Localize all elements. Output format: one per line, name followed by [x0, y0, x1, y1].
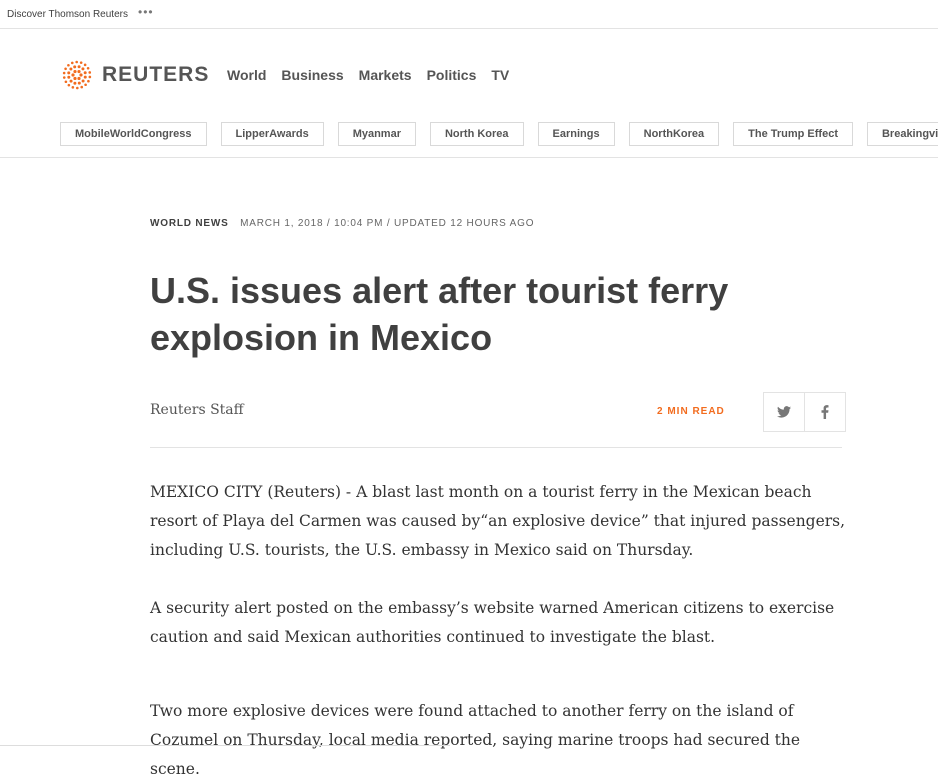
logo-dot [88, 71, 92, 74]
logo-dot [79, 61, 83, 64]
logo-dot [88, 75, 92, 79]
nav-business[interactable]: Business [281, 67, 343, 83]
tag-breakingviews[interactable]: Breakingviews [866, 122, 938, 146]
logo-dot [86, 66, 90, 70]
logo-dot [80, 85, 84, 89]
logo-dot [73, 81, 77, 85]
nav-markets[interactable]: Markets [359, 67, 412, 83]
trending-tags: MobileWorldCongress LipperAwards Myanmar… [60, 122, 938, 146]
logo-dot [77, 69, 81, 74]
tag-northkorea[interactable]: NorthKorea [628, 122, 720, 146]
logo-dot [83, 75, 87, 79]
logo-dot [76, 86, 79, 90]
tag-myanmar[interactable]: Myanmar [337, 122, 416, 146]
logo-dot [73, 76, 77, 81]
logo-dot [64, 67, 67, 71]
share-buttons [763, 392, 846, 432]
logo-dot [79, 73, 83, 77]
logo-dot [77, 76, 81, 81]
logo-dot [75, 60, 78, 64]
byline: Reuters Staff [150, 402, 244, 418]
article-date: March 1, 2018 / 10:04 PM / Updated 12 ho… [240, 218, 535, 229]
twitter-share-button[interactable] [763, 392, 805, 432]
facebook-icon [821, 405, 829, 419]
article-headline: U.S. issues alert after tourist ferry ex… [150, 270, 729, 358]
utility-bar: Discover Thomson Reuters ••• [0, 0, 938, 29]
logo-dot [77, 65, 81, 69]
nav-world[interactable]: World [227, 67, 266, 83]
logo-dot [71, 86, 75, 89]
header-divider [0, 157, 938, 158]
section-label[interactable]: World News [150, 218, 229, 229]
tag-north-korea[interactable]: North Korea [429, 122, 524, 146]
nav-tv[interactable]: TV [491, 67, 509, 83]
article-paragraph: Two more explosive devices were found at… [150, 702, 801, 778]
logo-dot [83, 63, 87, 67]
article-meta: World News March 1, 2018 / 10:04 PM / Up… [150, 218, 534, 229]
logo-dot [73, 65, 77, 69]
discover-thomson-reuters-link[interactable]: Discover Thomson Reuters [7, 9, 128, 20]
logo-dot [69, 67, 73, 71]
logo-dot [67, 75, 71, 79]
more-options-icon[interactable]: ••• [138, 5, 154, 19]
main-nav: World Business Markets Politics TV [227, 67, 509, 83]
tag-earnings[interactable]: Earnings [537, 122, 615, 146]
nav-politics[interactable]: Politics [427, 67, 477, 83]
logo-dot [83, 71, 87, 75]
logo-dot [62, 71, 66, 75]
read-time: 2 MIN READ [657, 406, 725, 417]
logo-dot [84, 83, 87, 87]
logo-dot [62, 76, 66, 79]
logo-dot [77, 81, 81, 85]
logo-dot [69, 79, 73, 83]
reuters-dot-logo-icon [62, 60, 92, 90]
reuters-logo[interactable]: REUTERS [60, 58, 209, 92]
logo-dot [71, 73, 75, 77]
logo-dot [87, 79, 90, 83]
logo-dot [81, 67, 85, 71]
tag-mobileworldcongress[interactable]: MobileWorldCongress [60, 122, 207, 146]
logo-dot [67, 63, 70, 67]
logo-dot [64, 80, 68, 84]
logo-dot [70, 61, 74, 65]
article-paragraph: MEXICO CITY (Reuters) - A blast last mon… [150, 483, 846, 559]
logo-dot [81, 79, 85, 83]
article-paragraph: A security alert posted on the embassy’s… [150, 599, 835, 646]
byline-divider [150, 447, 842, 448]
logo-dot [67, 83, 71, 87]
bottom-divider [0, 745, 450, 746]
logo-dot [67, 71, 71, 75]
tag-trump-effect[interactable]: The Trump Effect [733, 122, 853, 146]
brand-wordmark: REUTERS [102, 63, 210, 86]
facebook-share-button[interactable] [805, 392, 846, 432]
logo-dot [73, 69, 77, 74]
twitter-icon [777, 406, 791, 418]
tag-lipperawards[interactable]: LipperAwards [220, 122, 324, 146]
